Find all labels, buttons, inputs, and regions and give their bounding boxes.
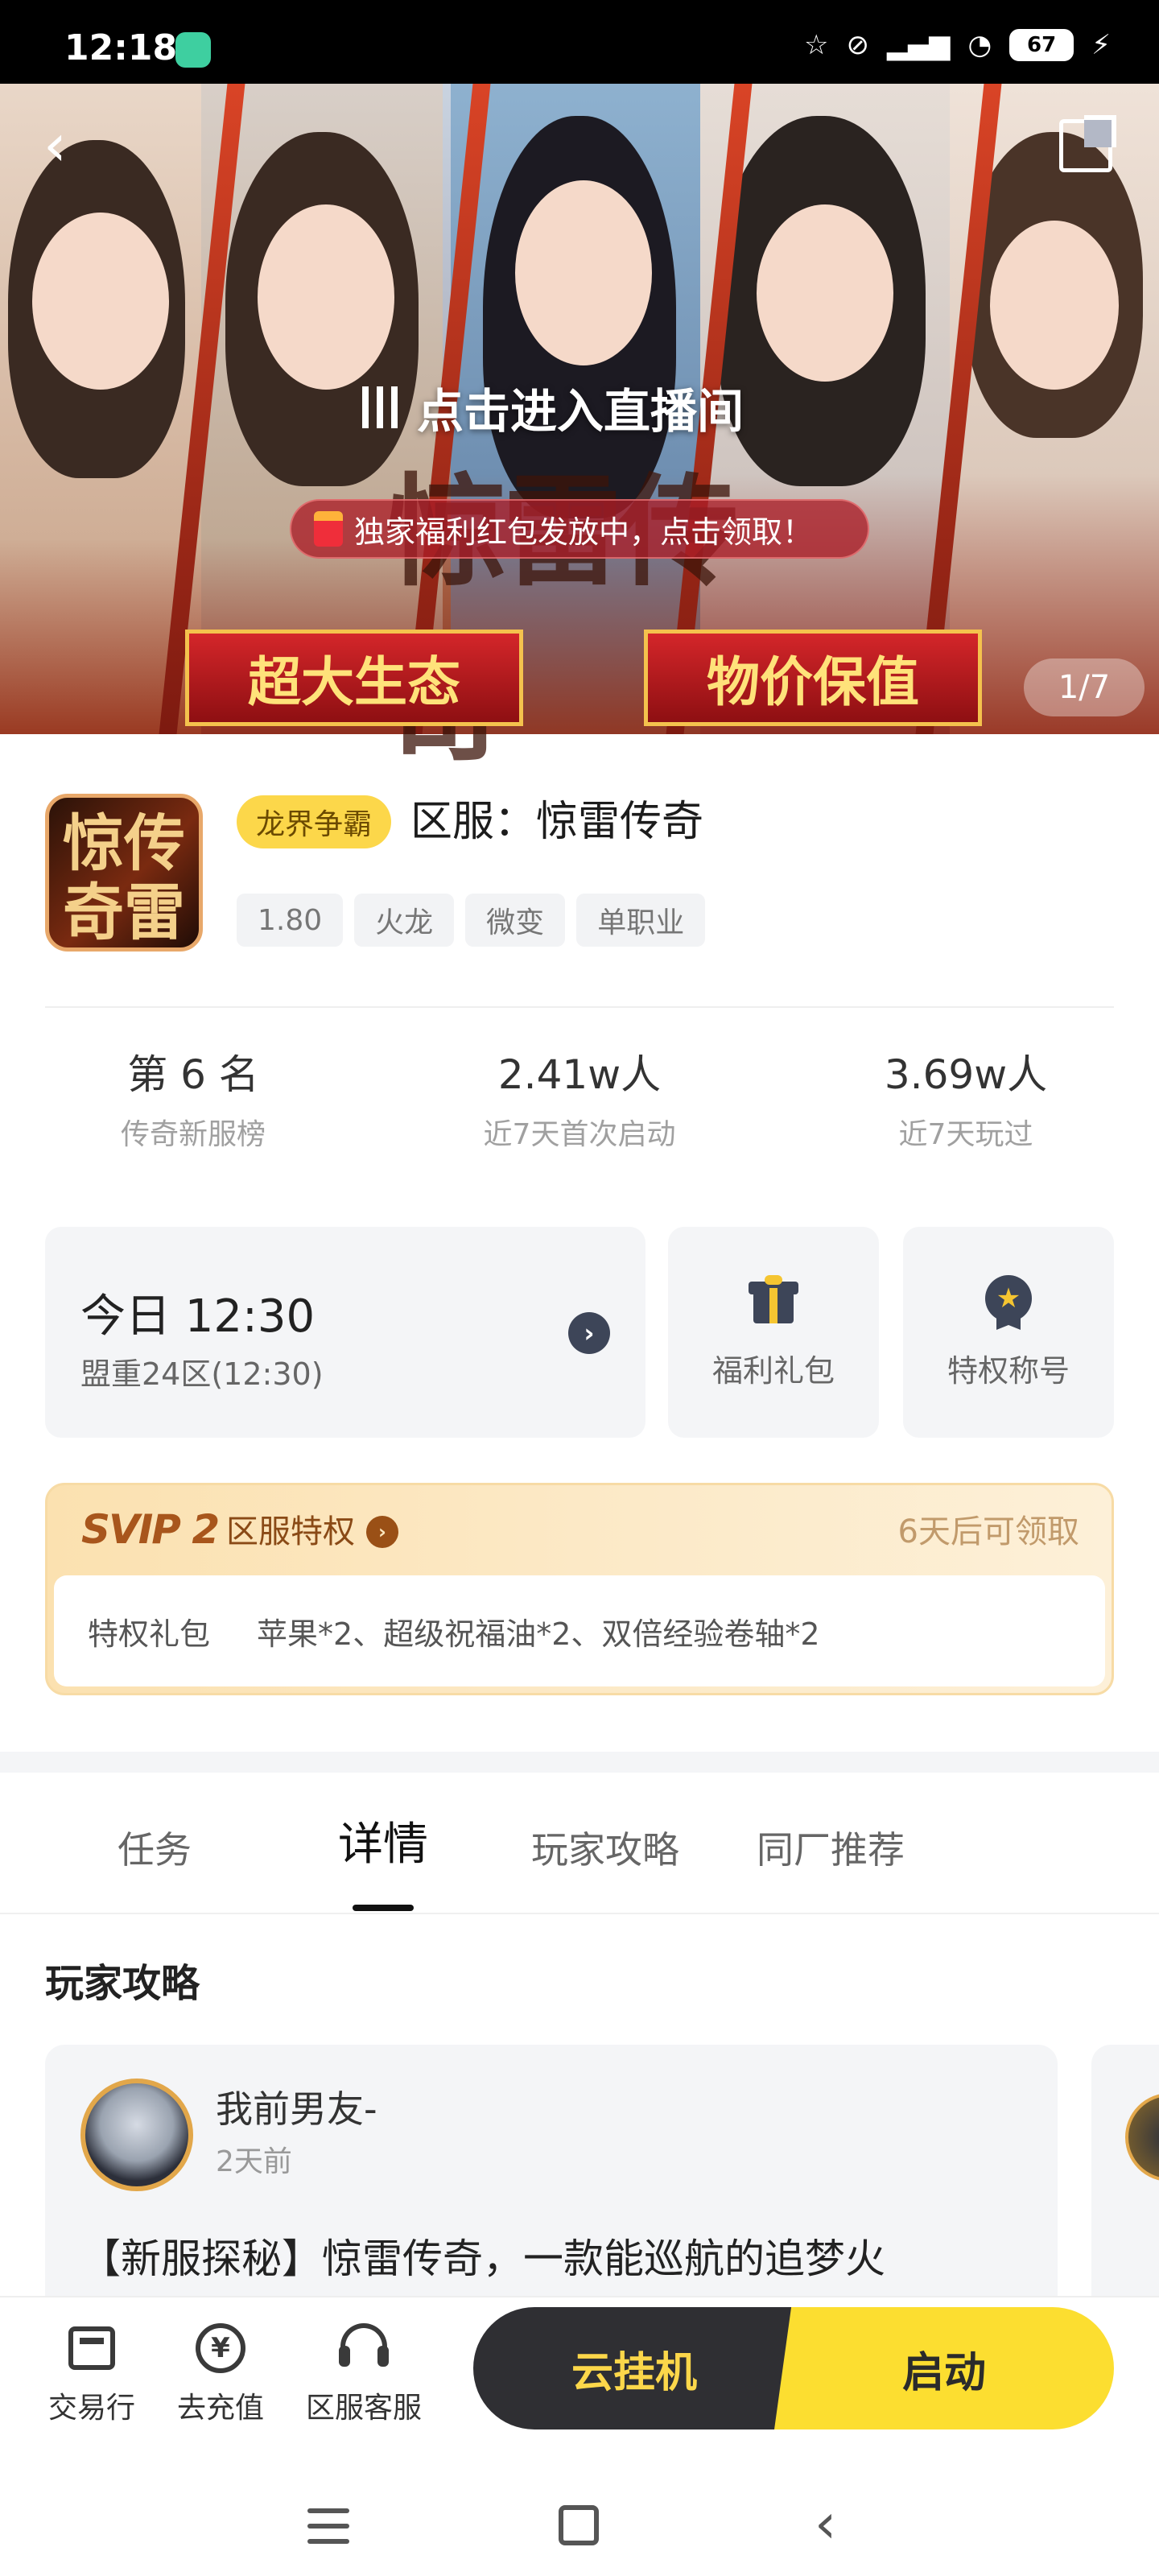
live-cta-label: 点击进入直播间 <box>417 384 744 439</box>
post-title: 【新服探秘】惊雷传奇，一款能巡航的追梦火 <box>80 2235 885 2282</box>
chevron-right-icon: › <box>366 1516 398 1548</box>
recharge-button[interactable]: ¥ 去充值 <box>156 2320 285 2426</box>
cloud-hosting-button[interactable]: 云挂机 <box>473 2307 795 2429</box>
divider <box>45 1006 1114 1008</box>
headset-icon <box>336 2320 392 2376</box>
stat-value: 3.69w人 <box>884 1051 1048 1098</box>
trade-button[interactable]: 交易行 <box>27 2320 156 2426</box>
svip-gift-label: 特权礼包 <box>88 1616 211 1652</box>
signal-icon: ▂▄▆ <box>887 29 951 61</box>
enter-live-button[interactable]: 点击进入直播间 <box>362 375 744 440</box>
alarm-icon: ⊘ <box>846 29 870 61</box>
banner-slogan-left: 超大生态 <box>185 630 523 726</box>
stat-first-launch: 2.41w人 近7天首次启动 <box>402 1046 757 1153</box>
stat-label: 近7天玩过 <box>898 1118 1033 1151</box>
shop-icon <box>64 2320 120 2376</box>
app-notification-icon <box>175 32 211 68</box>
status-icons: ☆ ⊘ ▂▄▆ ◔ 67 ⚡ <box>804 29 1111 61</box>
chevron-right-icon: › <box>568 1312 610 1354</box>
guide-post-card[interactable]: 我前男友- 2天前 【新服探秘】惊雷传奇，一款能巡航的追梦火 <box>45 2045 1058 2334</box>
stat-value: 第 6 名 <box>127 1051 259 1098</box>
tab-same-developer[interactable]: 同厂推荐 <box>757 1824 905 1876</box>
recharge-label: 去充值 <box>176 2392 264 2425</box>
red-packet-text: 独家福利红包发放中，点击领取！ <box>354 514 814 550</box>
game-icon: 惊传奇雷 <box>45 794 203 952</box>
launch-button[interactable]: 启动 <box>774 2307 1114 2429</box>
stat-value: 2.41w人 <box>497 1051 662 1098</box>
post-time: 2天前 <box>216 2145 292 2178</box>
service-label: 区服客服 <box>305 2392 422 2425</box>
system-nav-bar: ‹ <box>0 2457 1159 2576</box>
game-chip: 微变 <box>465 894 566 947</box>
game-chips: 1.80 火龙 微变 单职业 <box>237 894 706 947</box>
wifi-icon: ◔ <box>967 29 992 61</box>
coin-icon: ¥ <box>192 2320 249 2376</box>
privilege-title-label: 特权称号 <box>947 1353 1070 1389</box>
star-icon: ☆ <box>804 29 829 61</box>
trade-label: 交易行 <box>47 2392 135 2425</box>
section-gap <box>0 1752 1159 1773</box>
game-chip: 火龙 <box>354 894 455 947</box>
section-title: 玩家攻略 <box>45 1961 200 2006</box>
guide-post-card-next[interactable] <box>1091 2045 1159 2334</box>
game-title: 区服：惊雷传奇 <box>410 798 704 846</box>
avatar <box>1125 2093 1159 2182</box>
detail-tabs: 任务 详情 玩家攻略 同厂推荐 <box>0 1773 1159 1914</box>
status-bar: 12:18 ☆ ⊘ ▂▄▆ ◔ 67 ⚡ <box>0 0 1159 84</box>
menu-icon[interactable] <box>307 2508 349 2544</box>
banner-slogan-right: 物价保值 <box>644 630 982 726</box>
share-icon[interactable] <box>1059 115 1116 172</box>
stat-played: 3.69w人 近7天玩过 <box>789 1046 1143 1153</box>
svip-gift-row: 特权礼包 苹果*2、超级祝福油*2、双倍经验卷轴*2 <box>54 1575 1105 1686</box>
status-time: 12:18 <box>64 27 178 68</box>
svip-privilege-card[interactable]: SVIP 2 区服特权 › 6天后可领取 特权礼包 苹果*2、超级祝福油*2、双… <box>45 1483 1114 1695</box>
open-server-time: 今日 12:30 <box>80 1290 316 1343</box>
gift-pack-label: 福利礼包 <box>711 1353 835 1389</box>
open-server-name: 盟重24区(12:30) <box>80 1356 324 1392</box>
stat-label: 近7天首次启动 <box>483 1118 676 1151</box>
svip-logo: SVIP 2 <box>81 1506 220 1553</box>
gift-icon <box>747 1275 800 1328</box>
tab-player-guides[interactable]: 玩家攻略 <box>531 1824 679 1876</box>
stat-rank[interactable]: 第 6 名 传奇新服榜 <box>16 1046 370 1153</box>
service-button[interactable]: 区服客服 <box>299 2320 428 2426</box>
red-packet-banner[interactable]: 独家福利红包发放中，点击领取！ <box>290 499 869 559</box>
tab-active-indicator <box>353 1905 414 1911</box>
game-chip: 单职业 <box>576 894 706 947</box>
svip-title[interactable]: 区服特权 › <box>226 1509 398 1554</box>
svip-gift-items: 苹果*2、超级祝福油*2、双倍经验卷轴*2 <box>257 1616 820 1652</box>
banner-page-indicator: 1/7 <box>1024 658 1145 716</box>
open-server-card[interactable]: 今日 12:30 盟重24区(12:30) › <box>45 1227 645 1438</box>
tab-tasks[interactable]: 任务 <box>118 1824 192 1876</box>
red-packet-icon <box>314 511 343 547</box>
game-chip: 1.80 <box>237 894 344 947</box>
avatar[interactable] <box>80 2079 193 2191</box>
medal-icon: ★ <box>982 1275 1035 1330</box>
svip-status: 6天后可领取 <box>897 1513 1079 1550</box>
privilege-title-card[interactable]: ★ 特权称号 <box>903 1227 1114 1438</box>
tab-details[interactable]: 详情 <box>338 1819 428 1871</box>
svip-title-label: 区服特权 <box>226 1513 355 1550</box>
battery-icon: 67 <box>1009 29 1074 61</box>
gift-pack-card[interactable]: 福利礼包 <box>668 1227 879 1438</box>
game-tag[interactable]: 龙界争霸 <box>237 795 392 848</box>
back-nav-icon[interactable]: ‹ <box>815 2497 836 2552</box>
stat-label: 传奇新服榜 <box>120 1118 266 1151</box>
back-icon[interactable]: ‹ <box>43 113 92 177</box>
home-icon[interactable] <box>559 2505 599 2545</box>
live-icon <box>362 386 398 428</box>
post-author[interactable]: 我前男友- <box>216 2080 377 2133</box>
charging-icon: ⚡ <box>1091 29 1111 61</box>
